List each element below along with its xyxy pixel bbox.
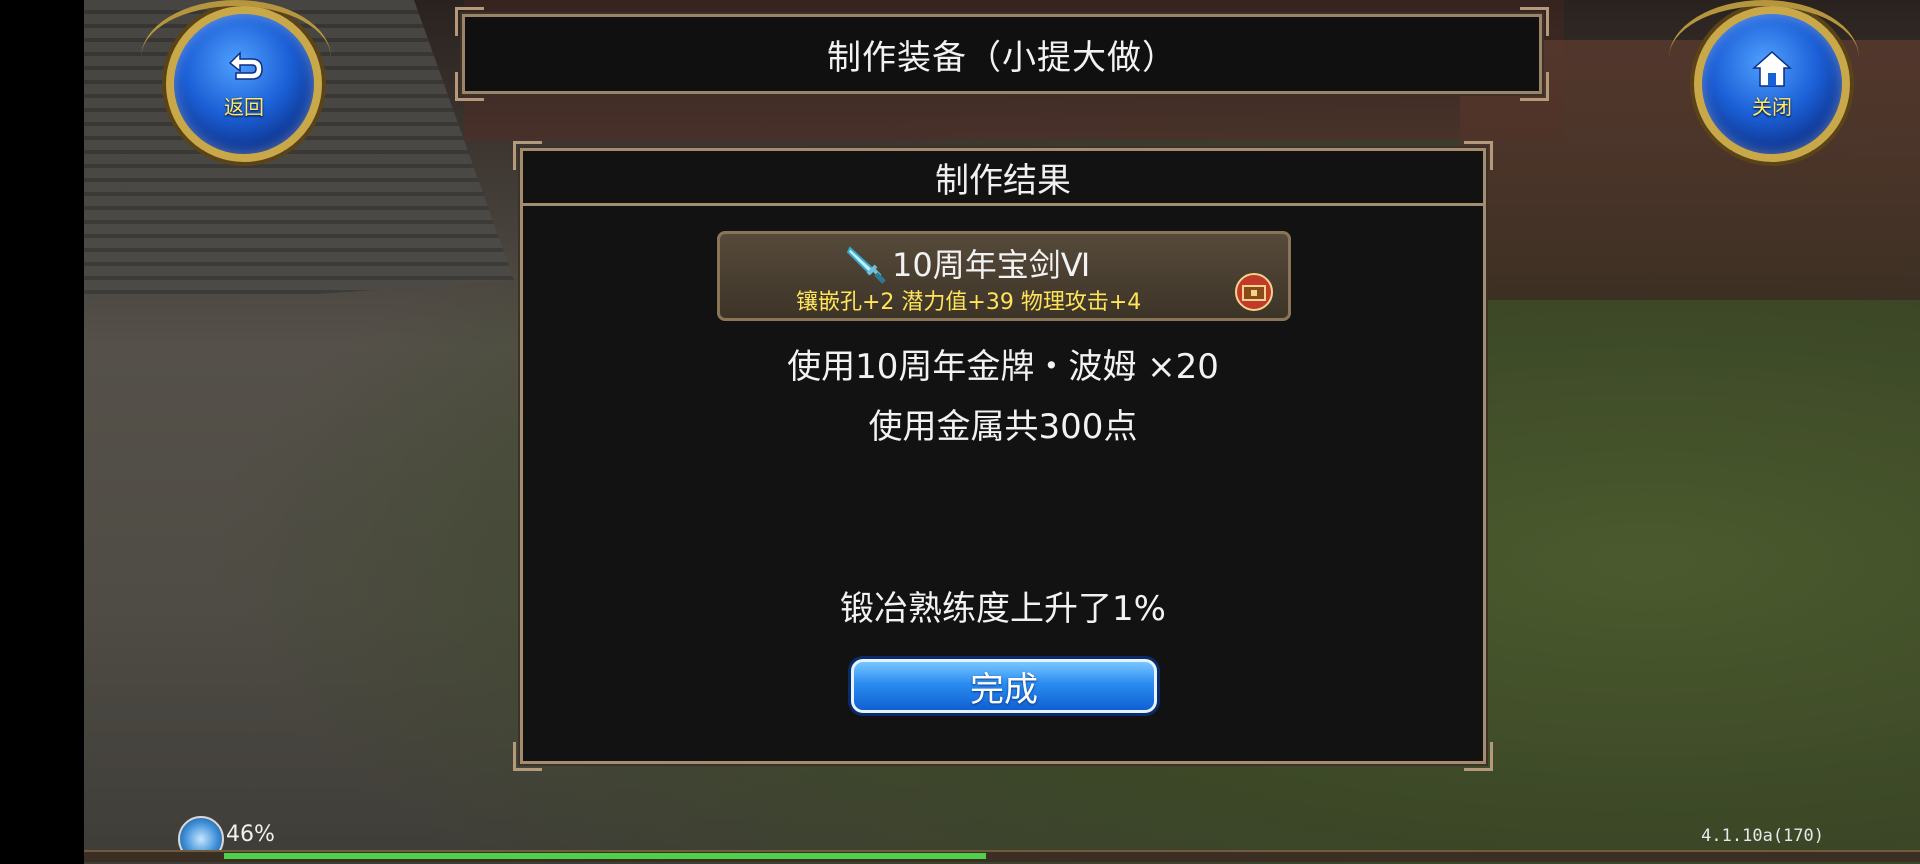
- done-button[interactable]: 完成: [851, 659, 1157, 713]
- crafting-result-dialog: 制作结果 10周年宝剑Ⅵ 镶嵌孔+2 潜力值+39 物理攻击+4 使用10周年金…: [513, 141, 1493, 771]
- close-button[interactable]: 关闭: [1669, 0, 1859, 162]
- corner-ornament: [455, 72, 484, 101]
- dialog-header: 制作结果: [523, 151, 1483, 206]
- dialog-title: 制作结果: [935, 160, 1071, 201]
- material-usage-text: 使用10周年金牌・波姆 ×20: [787, 347, 1219, 387]
- crafted-item-card[interactable]: 10周年宝剑Ⅵ 镶嵌孔+2 潜力值+39 物理攻击+4: [717, 231, 1291, 321]
- back-arrow-icon: [228, 50, 263, 80]
- header-banner: 制作装备（小提大做）: [455, 7, 1549, 101]
- close-button-label: 关闭: [1752, 94, 1792, 119]
- corner-ornament: [513, 742, 542, 771]
- progress-bar-fill: [224, 853, 986, 859]
- progress-bar: [84, 850, 1920, 862]
- corner-ornament: [1520, 7, 1549, 36]
- back-button-label: 返回: [224, 94, 264, 119]
- corner-ornament: [455, 7, 484, 36]
- proficiency-text: 锻冶熟练度上升了1%: [840, 589, 1166, 629]
- loading-percent: 46%: [226, 822, 275, 847]
- item-stats: 镶嵌孔+2 潜力值+39 物理攻击+4: [796, 290, 1142, 315]
- version-label: 4.1.10a(170): [1701, 826, 1824, 846]
- corner-ornament: [1520, 72, 1549, 101]
- item-name: 10周年宝剑Ⅵ: [892, 246, 1091, 284]
- sword-icon: [846, 246, 886, 284]
- chest-icon: [1235, 273, 1273, 311]
- back-button[interactable]: 返回: [141, 0, 331, 162]
- page-title: 制作装备（小提大做）: [827, 37, 1177, 78]
- home-icon: [1752, 50, 1792, 87]
- corner-ornament: [1464, 742, 1493, 771]
- metal-usage-text: 使用金属共300点: [868, 407, 1138, 447]
